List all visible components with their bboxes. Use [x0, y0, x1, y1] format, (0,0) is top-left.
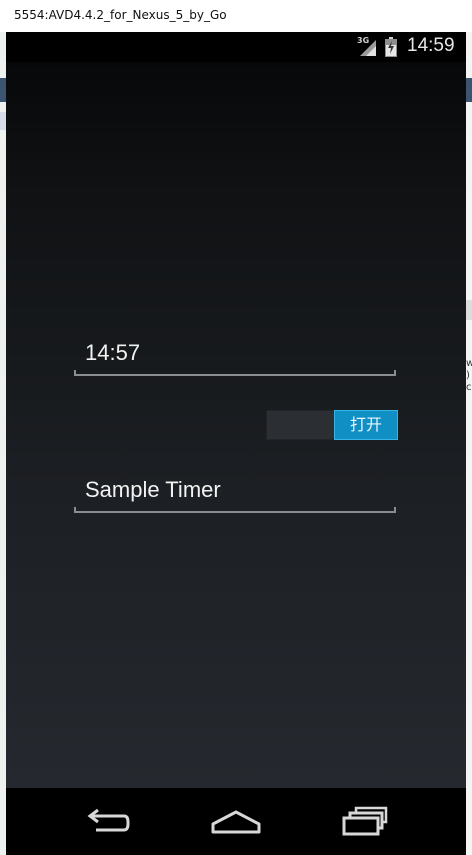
window-titlebar[interactable]: 5554:AVD4.4.2_for_Nexus_5_by_Go: [0, 0, 472, 32]
background-desktop-right: w ) c: [466, 32, 472, 855]
field-underline: [74, 511, 396, 513]
toggle-thumb: 打开: [334, 410, 398, 440]
status-clock: 14:59: [407, 35, 455, 56]
time-value: 14:57: [85, 340, 141, 365]
home-button[interactable]: [206, 802, 266, 842]
home-icon: [211, 810, 261, 834]
background-stripe: [466, 300, 472, 320]
background-stripe: [466, 78, 472, 102]
field-underline-tick: [74, 370, 76, 376]
battery-icon: [385, 37, 397, 57]
device-screen: 3G 14:59 14:57 打开 Sample Timer: [6, 32, 466, 855]
field-underline-tick: [74, 507, 76, 513]
field-underline: [74, 374, 396, 376]
recent-apps-button[interactable]: [336, 802, 396, 842]
timer-name-value: Sample Timer: [85, 477, 221, 502]
enable-toggle-switch[interactable]: 打开: [266, 410, 398, 440]
field-underline-tick: [394, 507, 396, 513]
field-underline-tick: [394, 370, 396, 376]
background-text: w ) c: [466, 358, 472, 393]
back-button[interactable]: [78, 802, 138, 842]
time-field[interactable]: 14:57: [74, 340, 396, 376]
window-title: 5554:AVD4.4.2_for_Nexus_5_by_Go: [14, 8, 227, 22]
emulator-window: 5554:AVD4.4.2_for_Nexus_5_by_Go w ) c 3G…: [0, 0, 472, 855]
back-icon: [87, 808, 130, 832]
navigation-bar: [6, 788, 466, 855]
signal-icon: [360, 40, 376, 56]
status-bar: 3G 14:59: [6, 32, 466, 62]
recent-apps-icon: [342, 806, 388, 836]
toggle-label: 打开: [349, 415, 382, 434]
timer-name-field[interactable]: Sample Timer: [74, 477, 396, 513]
